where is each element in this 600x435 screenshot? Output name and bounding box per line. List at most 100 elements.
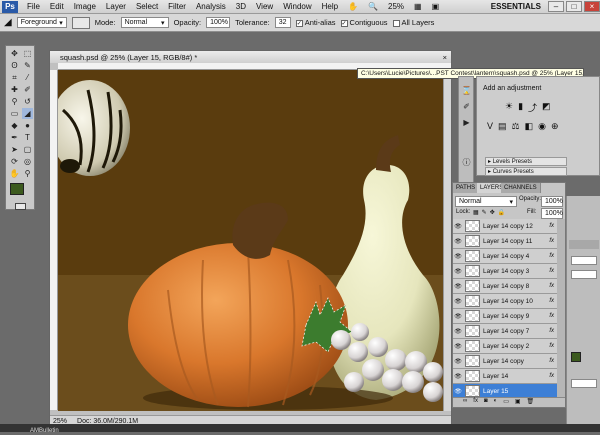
layer-row[interactable]: 👁 Layer 14 fx: [453, 369, 557, 384]
menu-filter[interactable]: Filter: [163, 2, 191, 11]
workspace-switcher[interactable]: ESSENTIALS: [486, 2, 546, 11]
group-icon[interactable]: ▭: [503, 398, 509, 407]
paint-bucket-tool-icon[interactable]: ◢: [22, 108, 33, 119]
menu-layer[interactable]: Layer: [101, 2, 131, 11]
fx-icon[interactable]: fx: [549, 373, 554, 379]
visibility-eye-icon[interactable]: 👁: [453, 253, 463, 260]
3d-orbit-icon[interactable]: ◎: [22, 156, 33, 167]
tab-channels[interactable]: CHANNELS: [501, 183, 541, 193]
fx-icon[interactable]: fx: [549, 253, 554, 259]
fx-icon[interactable]: fx: [549, 328, 554, 334]
panel-field[interactable]: [571, 256, 597, 265]
hand-icon[interactable]: ✋: [343, 2, 363, 11]
quick-mask-icon[interactable]: [15, 203, 26, 210]
opacity-field[interactable]: 100%: [206, 17, 231, 28]
panel-field[interactable]: [571, 270, 597, 279]
visibility-eye-icon[interactable]: 👁: [453, 268, 463, 275]
shape-tool-icon[interactable]: ▢: [22, 144, 33, 155]
hue-sat-icon[interactable]: ▤: [498, 121, 507, 132]
lasso-tool-icon[interactable]: ʘ: [9, 60, 20, 71]
paint-bucket-icon[interactable]: ◢: [4, 17, 12, 28]
fx-icon[interactable]: fx: [549, 283, 554, 289]
path-select-icon[interactable]: ➤: [9, 144, 20, 155]
antialias-checkbox[interactable]: ✓ Anti-alias: [295, 18, 336, 27]
layer-row[interactable]: 👁 Layer 14 copy 12 fx: [453, 219, 557, 234]
arrange-icon[interactable]: ▦: [409, 2, 427, 11]
menu-3d[interactable]: 3D: [231, 2, 251, 11]
levels-presets[interactable]: ▸ Levels Presets: [485, 157, 567, 166]
fx-icon[interactable]: fx: [549, 268, 554, 274]
lock-transparent-icon[interactable]: ▦: [473, 209, 479, 216]
type-tool-icon[interactable]: T: [22, 132, 33, 143]
visibility-eye-icon[interactable]: 👁: [453, 388, 463, 395]
brightness-icon[interactable]: ☀: [505, 101, 513, 114]
fx-icon[interactable]: fx: [549, 298, 554, 304]
color-swatch[interactable]: [571, 352, 581, 362]
foreground-color-swatch[interactable]: [10, 183, 24, 195]
menu-view[interactable]: View: [251, 2, 278, 11]
zoom-tool-icon[interactable]: ⚲: [22, 168, 33, 179]
fx-icon[interactable]: fx: [549, 313, 554, 319]
move-tool-icon[interactable]: ✥: [9, 48, 20, 59]
minimize-button[interactable]: –: [548, 1, 564, 12]
history-panel-icon[interactable]: ⌛: [461, 85, 472, 96]
color-balance-icon[interactable]: ⚖: [512, 121, 520, 132]
healing-brush-icon[interactable]: ✚: [9, 84, 20, 95]
link-layers-icon[interactable]: ∞: [463, 398, 467, 407]
visibility-eye-icon[interactable]: 👁: [453, 283, 463, 290]
new-layer-icon[interactable]: ▣: [515, 398, 521, 407]
maximize-button[interactable]: □: [566, 1, 582, 12]
eyedropper-icon[interactable]: ⁄: [22, 72, 33, 83]
visibility-eye-icon[interactable]: 👁: [453, 298, 463, 305]
lock-pixels-icon[interactable]: ✎: [482, 209, 487, 216]
channel-mixer-icon[interactable]: ⊕: [551, 121, 559, 132]
panel-field[interactable]: [571, 379, 597, 388]
taskbar-item[interactable]: AMBulletin: [0, 428, 59, 434]
menu-help[interactable]: Help: [317, 2, 343, 11]
vibrance-icon[interactable]: V: [487, 121, 493, 132]
layer-row[interactable]: 👁 Layer 14 copy 2 fx: [453, 339, 557, 354]
marquee-tool-icon[interactable]: ⬚: [22, 48, 33, 59]
clone-stamp-icon[interactable]: ⚲: [9, 96, 20, 107]
layer-row[interactable]: 👁 Layer 14 copy 3 fx: [453, 264, 557, 279]
layer-opacity-field[interactable]: 100%: [541, 196, 563, 207]
layer-style-icon[interactable]: fx: [473, 398, 478, 407]
photo-filter-icon[interactable]: ◉: [538, 121, 546, 132]
dodge-tool-icon[interactable]: ●: [22, 120, 33, 131]
fx-icon[interactable]: fx: [549, 343, 554, 349]
panel-header[interactable]: [569, 240, 599, 249]
layer-row[interactable]: 👁 Layer 14 copy 7 fx: [453, 324, 557, 339]
blur-tool-icon[interactable]: ◆: [9, 120, 20, 131]
layer-row[interactable]: 👁 Layer 14 copy fx: [453, 354, 557, 369]
curves-presets[interactable]: ▸ Curves Presets: [485, 167, 567, 176]
vertical-scrollbar[interactable]: [443, 70, 451, 411]
fx-icon[interactable]: fx: [549, 358, 554, 364]
crop-tool-icon[interactable]: ⌗: [9, 72, 20, 83]
layer-row[interactable]: 👁 Layer 14 copy 9 fx: [453, 309, 557, 324]
mask-icon[interactable]: ◙: [484, 398, 488, 407]
menu-window[interactable]: Window: [278, 2, 316, 11]
levels-icon[interactable]: ▮: [518, 101, 523, 114]
visibility-eye-icon[interactable]: 👁: [453, 373, 463, 380]
3d-rotate-icon[interactable]: ⟳: [9, 156, 20, 167]
canvas[interactable]: [58, 70, 443, 411]
visibility-eye-icon[interactable]: 👁: [453, 343, 463, 350]
menu-select[interactable]: Select: [131, 2, 163, 11]
lock-position-icon[interactable]: ✥: [490, 209, 495, 216]
fill-field[interactable]: 100%: [541, 208, 563, 219]
lock-all-icon[interactable]: 🔒: [498, 209, 505, 216]
visibility-eye-icon[interactable]: 👁: [453, 358, 463, 365]
brushes-panel-icon[interactable]: ✐: [461, 101, 472, 112]
blend-mode-select[interactable]: Normal ▾: [455, 196, 517, 207]
brush-tool-icon[interactable]: ✐: [22, 84, 33, 95]
visibility-eye-icon[interactable]: 👁: [453, 313, 463, 320]
pen-tool-icon[interactable]: ✒: [9, 132, 20, 143]
all-layers-checkbox[interactable]: All Layers: [392, 18, 434, 27]
layer-row[interactable]: 👁 Layer 15: [453, 384, 557, 397]
zoom-level[interactable]: 25%: [383, 2, 409, 11]
layers-scrollbar[interactable]: [557, 219, 565, 397]
tolerance-field[interactable]: 32: [274, 17, 291, 28]
visibility-eye-icon[interactable]: 👁: [453, 328, 463, 335]
curves-icon[interactable]: ⤴: [528, 101, 537, 114]
pattern-swatch[interactable]: [71, 16, 90, 29]
